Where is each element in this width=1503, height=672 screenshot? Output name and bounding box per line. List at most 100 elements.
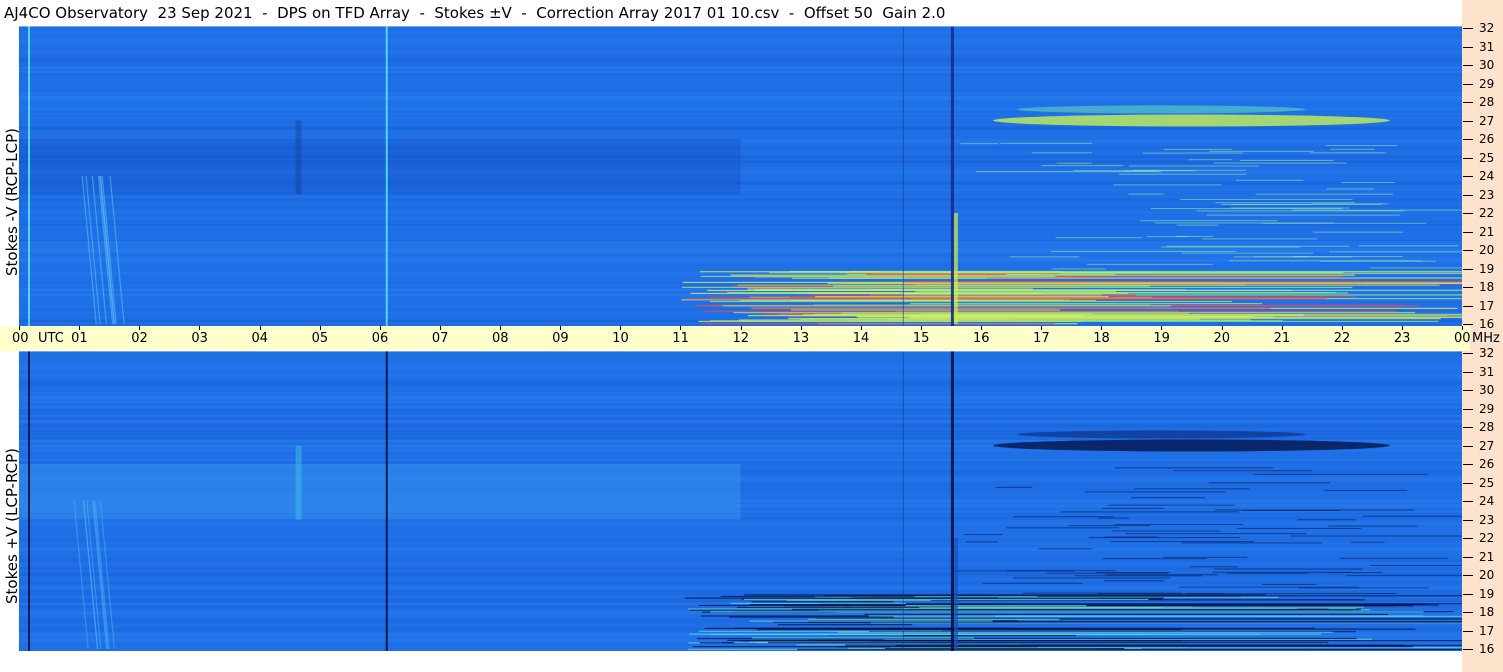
noise-line bbox=[1320, 260, 1436, 262]
noise-line bbox=[1013, 577, 1171, 579]
interference-line bbox=[786, 599, 931, 601]
texture-stripe bbox=[19, 558, 1462, 562]
noise-line bbox=[1351, 541, 1385, 543]
texture-stripe bbox=[19, 410, 1462, 415]
time-tick-label: 00 bbox=[1454, 331, 1471, 346]
frequency-tick-label: 30 bbox=[1479, 383, 1495, 397]
band-region bbox=[19, 464, 741, 520]
noise-line bbox=[963, 534, 1003, 536]
interference-line bbox=[722, 305, 1172, 307]
interference-line bbox=[904, 294, 1102, 296]
texture-stripe bbox=[19, 363, 1462, 366]
interference-line bbox=[914, 596, 1038, 598]
texture-stripe bbox=[19, 437, 1462, 441]
noise-line bbox=[1105, 574, 1218, 576]
noise-line bbox=[1000, 142, 1093, 144]
time-tick-label: 07 bbox=[431, 331, 449, 346]
frequency-tick-mark bbox=[1463, 102, 1473, 103]
noise-line bbox=[1188, 566, 1238, 568]
interference-line bbox=[856, 315, 1253, 318]
emission-band-27mhz bbox=[993, 114, 1390, 127]
interference-line bbox=[905, 281, 1462, 283]
frequency-tick-label: 19 bbox=[1479, 586, 1495, 601]
time-tick-label: 03 bbox=[191, 331, 208, 346]
frequency-tick-mark bbox=[1463, 139, 1473, 140]
frequency-tick-mark bbox=[1463, 427, 1473, 428]
noise-line bbox=[1125, 533, 1307, 535]
emission-band-28mhz bbox=[1017, 430, 1306, 439]
noise-line bbox=[1129, 165, 1259, 167]
emission-band-28mhz bbox=[1017, 105, 1306, 114]
frequency-tick-mark bbox=[1463, 371, 1473, 373]
noise-line bbox=[1101, 507, 1164, 509]
frequency-tick-label: 28 bbox=[1479, 95, 1495, 109]
noise-line bbox=[1296, 593, 1396, 595]
texture-stripe bbox=[19, 366, 1462, 370]
time-tick-label: 11 bbox=[672, 331, 689, 346]
time-tick-mark bbox=[439, 326, 441, 330]
spectrogram-bottom bbox=[19, 351, 1462, 651]
time-tick-label: 01 bbox=[71, 331, 88, 346]
frequency-tick-mark bbox=[1463, 250, 1473, 251]
noise-line bbox=[1329, 251, 1462, 253]
time-tick-mark bbox=[1041, 326, 1043, 330]
noise-line bbox=[1163, 148, 1233, 150]
frequency-tick-label: 24 bbox=[1479, 494, 1495, 508]
noise-line bbox=[1134, 488, 1250, 490]
noise-line bbox=[1060, 511, 1239, 513]
emission-band-27mhz bbox=[993, 439, 1390, 452]
frequency-tick-label: 20 bbox=[1479, 568, 1495, 582]
noise-line bbox=[1313, 231, 1403, 233]
frequency-tick-mark bbox=[1463, 194, 1473, 196]
noise-line bbox=[1013, 516, 1114, 518]
time-tick-mark bbox=[920, 326, 922, 330]
interference-line bbox=[688, 633, 1322, 635]
interference-line bbox=[709, 300, 1232, 303]
frequency-tick-label: 19 bbox=[1479, 261, 1495, 276]
time-tick-mark bbox=[1221, 326, 1223, 330]
noise-line bbox=[1326, 188, 1374, 190]
texture-stripe bbox=[19, 249, 1462, 253]
noise-line bbox=[1215, 509, 1415, 511]
texture-stripe bbox=[19, 38, 1462, 40]
spectrogram-panel-bottom bbox=[19, 351, 1462, 651]
noise-line bbox=[1041, 165, 1124, 167]
noise-line bbox=[1086, 263, 1213, 265]
noise-line bbox=[982, 582, 1084, 584]
time-tick-mark bbox=[199, 326, 201, 330]
texture-stripe bbox=[19, 60, 1462, 63]
noise-line bbox=[1292, 209, 1462, 211]
noise-line bbox=[1370, 564, 1462, 566]
frequency-tick-label: 29 bbox=[1479, 401, 1495, 416]
frequency-tick-mark bbox=[1463, 65, 1473, 66]
noise-line bbox=[1180, 198, 1353, 200]
noise-line bbox=[1208, 482, 1331, 484]
interference-line bbox=[815, 296, 1109, 298]
noise-line bbox=[1213, 568, 1363, 570]
noise-line bbox=[1188, 159, 1233, 161]
interference-line bbox=[788, 317, 1441, 320]
interference-line bbox=[684, 597, 1165, 599]
noise-line bbox=[1114, 523, 1244, 525]
texture-stripe bbox=[19, 31, 1462, 33]
texture-stripe bbox=[19, 409, 1462, 411]
frequency-tick-label: 18 bbox=[1479, 605, 1495, 619]
interference-line bbox=[750, 307, 1271, 309]
texture-stripe bbox=[19, 205, 1462, 207]
vertical-burst-1530 bbox=[953, 538, 958, 649]
spectrogram-panel-top bbox=[19, 26, 1462, 326]
noise-line bbox=[995, 486, 1033, 488]
interference-line bbox=[734, 627, 1014, 629]
frequency-tick-mark bbox=[1463, 538, 1473, 539]
time-tick-label: 16 bbox=[973, 331, 990, 346]
noise-line bbox=[1362, 515, 1462, 517]
frequency-tick-label: 30 bbox=[1479, 58, 1495, 72]
time-tick-mark bbox=[19, 326, 20, 330]
vertical-smudge-0436 bbox=[295, 445, 302, 520]
vertical-line-1442 bbox=[902, 26, 904, 326]
interference-line bbox=[769, 272, 1344, 274]
frequency-tick-label: 31 bbox=[1479, 364, 1495, 379]
spectrogram-top bbox=[19, 26, 1462, 326]
frequency-tick-mark bbox=[1463, 28, 1473, 29]
time-tick-label: 19 bbox=[1153, 331, 1170, 346]
